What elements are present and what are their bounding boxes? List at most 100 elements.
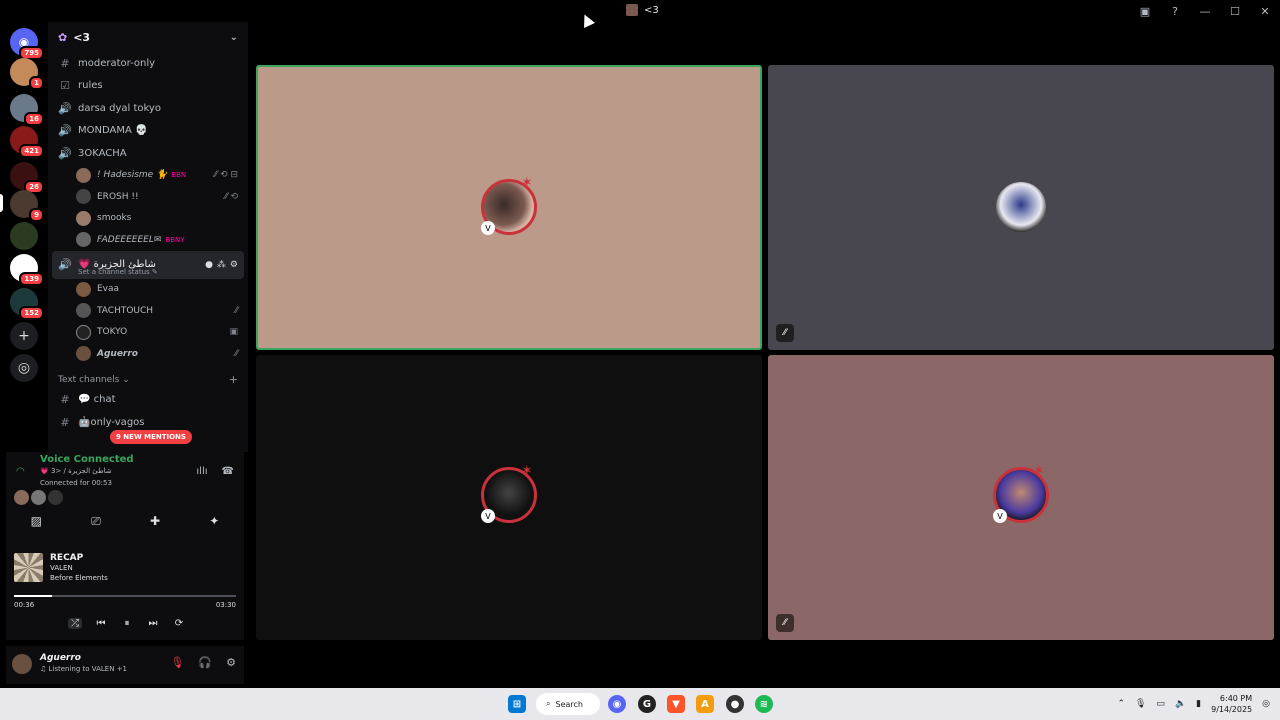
- mic-muted-icon[interactable]: 🎙: [170, 656, 184, 669]
- network-icon[interactable]: ▭: [1156, 699, 1165, 709]
- discord-taskbar-icon[interactable]: ◉: [608, 695, 626, 713]
- minimize-button[interactable]: —: [1190, 0, 1220, 22]
- voice-user-name: Aguerro: [97, 348, 138, 359]
- server-icon[interactable]: 152: [10, 288, 44, 320]
- track-artist[interactable]: VALEN: [50, 564, 73, 572]
- shuffle-icon[interactable]: ⤮: [68, 618, 82, 629]
- activity-icon[interactable]: ✚: [150, 514, 160, 529]
- spotify-taskbar-icon[interactable]: ≋: [755, 695, 773, 713]
- server-icon[interactable]: 421: [10, 126, 44, 158]
- app-taskbar-icon[interactable]: G: [638, 695, 656, 713]
- volume-icon[interactable]: 🔈: [1175, 699, 1186, 709]
- track-album[interactable]: Before Elements: [50, 574, 108, 582]
- next-icon[interactable]: ⏭: [146, 618, 160, 629]
- title-bar: <3 ▣ ? — ☐ ✕: [0, 0, 1280, 22]
- help-icon[interactable]: ?: [1160, 0, 1190, 22]
- inbox-icon[interactable]: ▣: [1130, 0, 1160, 22]
- user-tag: BBN: [171, 171, 187, 180]
- pause-icon[interactable]: ⏸: [120, 618, 134, 629]
- server-icon[interactable]: 26: [10, 162, 44, 194]
- server-badge: 421: [19, 144, 44, 158]
- app-taskbar-icon[interactable]: A: [696, 695, 714, 713]
- channel-active-voice[interactable]: 🔊 💗 شاطئ الجزيرة Set a channel status ✎ …: [52, 250, 244, 279]
- avatar[interactable]: [12, 654, 32, 674]
- channel-status[interactable]: Set a channel status ✎: [78, 268, 158, 276]
- voice-user[interactable]: FADEEEEEEL✉ BBNY: [48, 229, 248, 251]
- windows-start-icon[interactable]: ⊞: [508, 695, 526, 713]
- invite-icon[interactable]: ⁂: [217, 260, 226, 270]
- rules-icon: ☑: [60, 79, 70, 93]
- channel-3okacha[interactable]: 🔊 3OKACHA: [48, 142, 248, 165]
- track-title[interactable]: RECAP: [50, 553, 83, 563]
- category-text-channels[interactable]: Text channels ⌄ +: [48, 371, 248, 389]
- server-header[interactable]: ✿ <3 ⌄: [48, 22, 248, 52]
- voice-user[interactable]: Evaa: [48, 279, 248, 301]
- server-icon[interactable]: 9: [10, 190, 44, 222]
- soundboard-icon[interactable]: ✦: [209, 514, 219, 529]
- discover-icon[interactable]: ◎: [10, 354, 38, 382]
- voice-user[interactable]: Aguerro ⁄⁄: [48, 343, 248, 365]
- chevron-down-icon: ⌄: [122, 374, 130, 385]
- server-icon[interactable]: 16: [10, 94, 44, 126]
- video-tile[interactable]: V ✶ ⁄⁄: [768, 355, 1274, 640]
- gear-icon[interactable]: ⚙: [226, 656, 236, 669]
- channel-chat[interactable]: # 💬 chat: [48, 389, 248, 412]
- clock-time: 6:40 PM: [1219, 694, 1253, 703]
- server-icon[interactable]: [10, 222, 38, 250]
- status-icon: V: [993, 509, 1007, 523]
- app-taskbar-icon[interactable]: ●: [726, 695, 744, 713]
- new-mentions-badge[interactable]: 9 NEW MENTIONS: [110, 430, 192, 444]
- channel-mondama[interactable]: 🔊 MONDAMA 💀: [48, 120, 248, 143]
- video-tile[interactable]: V ✶: [256, 65, 762, 350]
- add-channel-icon[interactable]: +: [229, 373, 238, 386]
- voice-channel-path: 💗 شاطئ الجزيرة / <3: [40, 467, 112, 475]
- voice-user[interactable]: EROSH !! ⁄⁄ ⟲: [48, 186, 248, 208]
- user-name[interactable]: Aguerro: [40, 653, 81, 663]
- speaker-icon: 🔊: [58, 258, 72, 271]
- microphone-icon[interactable]: 🎙: [1135, 699, 1146, 709]
- add-server-icon[interactable]: +: [10, 322, 38, 350]
- brave-taskbar-icon[interactable]: ▼: [667, 695, 685, 713]
- screen-share-icon[interactable]: ⎚: [91, 514, 101, 529]
- chat-icon[interactable]: ●: [205, 260, 213, 270]
- clock[interactable]: 6:40 PM 9/14/2025: [1211, 693, 1252, 715]
- discord-home-icon[interactable]: ◉ 795: [10, 28, 44, 60]
- maximize-button[interactable]: ☐: [1220, 0, 1250, 22]
- voice-status-icons: ⁄⁄ ⟲: [224, 191, 238, 202]
- voice-user[interactable]: ! Hadesisme 🐈 BBN ⁄⁄ ⟲ ⊟: [48, 165, 248, 187]
- channel-darsa-dyal-tokyo[interactable]: 🔊 darsa dyal tokyo: [48, 97, 248, 120]
- notification-icon[interactable]: ◎: [1262, 699, 1270, 709]
- channel-moderator-only[interactable]: # moderator-only: [48, 52, 248, 75]
- hash-icon: #: [60, 56, 70, 70]
- voice-user[interactable]: smooks: [48, 208, 248, 230]
- voice-status-title[interactable]: Voice Connected: [40, 454, 134, 465]
- close-button[interactable]: ✕: [1250, 0, 1280, 22]
- repeat-icon[interactable]: ⟳: [172, 618, 186, 629]
- signal-icon[interactable]: ◠: [16, 466, 25, 477]
- battery-icon[interactable]: ▮: [1196, 699, 1201, 709]
- headphones-icon[interactable]: 🎧: [198, 656, 212, 669]
- noise-suppression-icon[interactable]: ıllı: [196, 466, 207, 477]
- channel-label: rules: [78, 80, 103, 92]
- participant-avatar: [993, 179, 1049, 235]
- album-art[interactable]: [14, 553, 43, 582]
- channel-rules[interactable]: ☑ rules: [48, 75, 248, 98]
- camera-off-icon[interactable]: ▨: [31, 514, 42, 529]
- avatar: [76, 303, 91, 319]
- voice-user[interactable]: TACHTOUCH ⁄⁄: [48, 300, 248, 322]
- avatar: [76, 167, 91, 183]
- chevron-down-icon[interactable]: ⌄: [230, 32, 238, 43]
- disconnect-icon[interactable]: ☎: [222, 466, 234, 477]
- server-icon[interactable]: 139: [10, 254, 44, 286]
- chevron-up-icon[interactable]: ⌃: [1117, 699, 1125, 709]
- gear-icon[interactable]: ⚙: [230, 260, 238, 270]
- voice-user-name: FADEEEEEEL✉: [97, 234, 162, 245]
- voice-user[interactable]: TOKYO ▣: [48, 322, 248, 344]
- server-icon[interactable]: 1: [10, 58, 44, 90]
- video-tile[interactable]: V ✶: [256, 355, 762, 640]
- taskbar-search[interactable]: ⌕ Search: [536, 693, 600, 715]
- server-name: <3: [73, 30, 91, 44]
- progress-bar[interactable]: [14, 595, 236, 597]
- previous-icon[interactable]: ⏮: [94, 618, 108, 629]
- video-tile[interactable]: ⁄⁄: [768, 65, 1274, 350]
